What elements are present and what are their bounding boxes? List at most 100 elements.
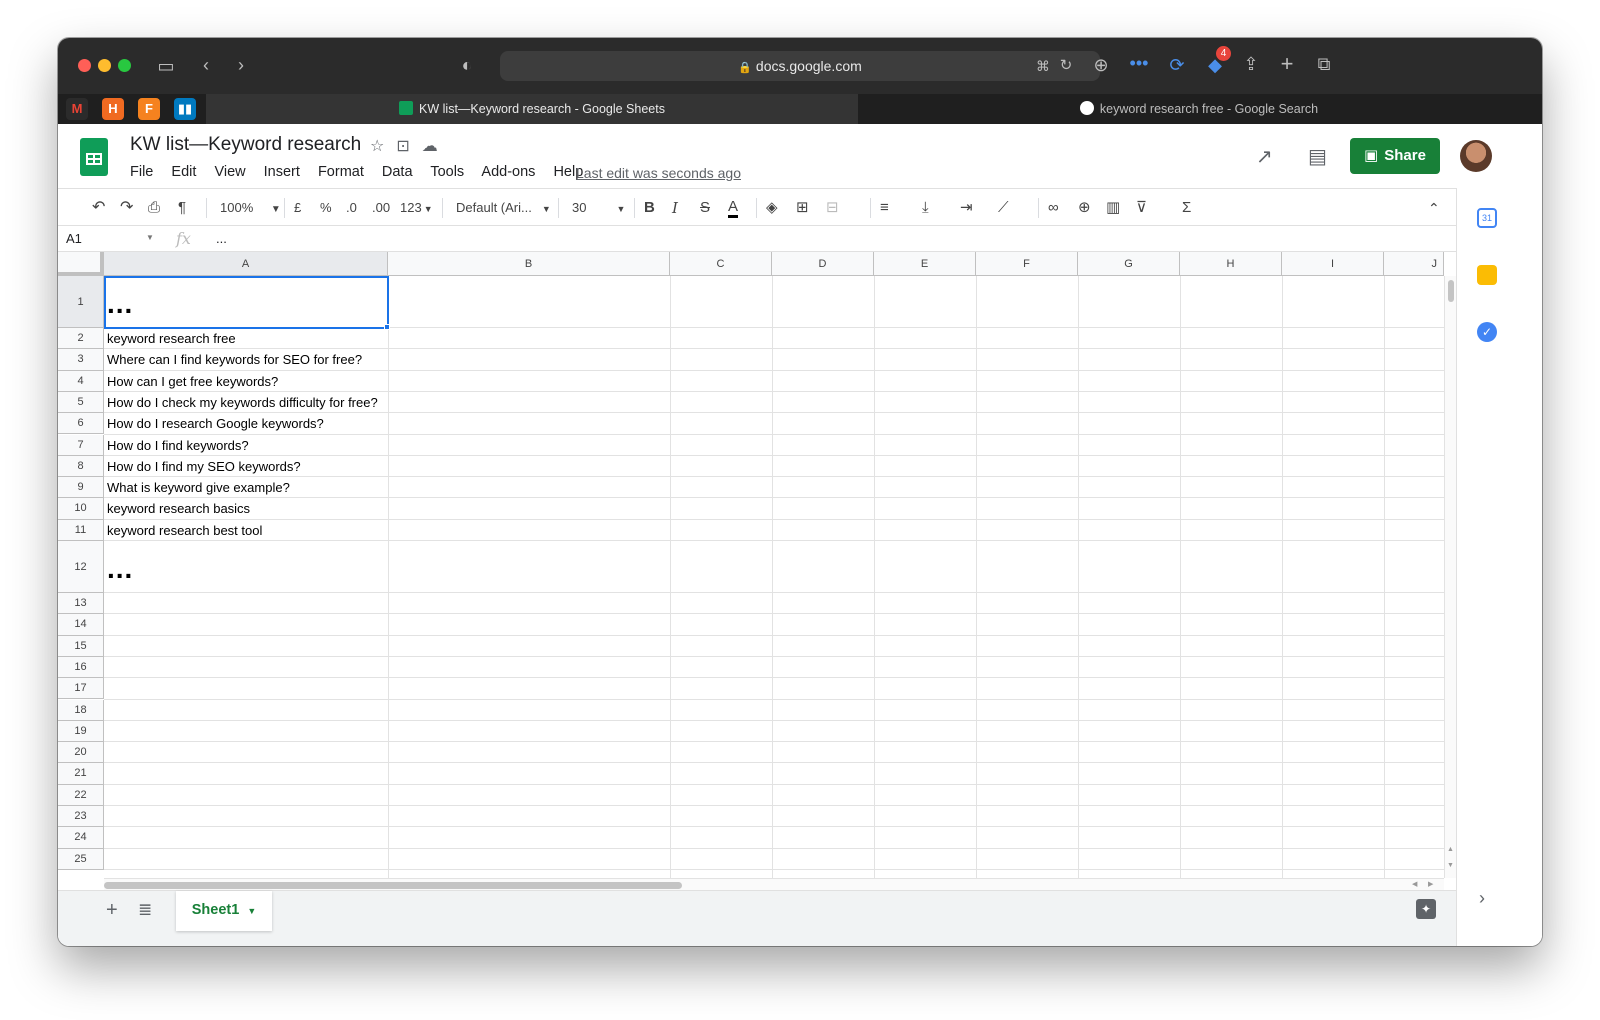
vertical-scrollbar[interactable]: ▲ ▼ xyxy=(1444,276,1456,878)
column-header-e[interactable]: E xyxy=(874,252,976,276)
horizontal-scrollbar[interactable]: ◀ ▶ xyxy=(104,878,1444,890)
zoom-window-button[interactable] xyxy=(118,59,131,72)
horizontal-scroll-thumb[interactable] xyxy=(104,882,682,889)
menu-addons[interactable]: Add-ons xyxy=(481,164,535,180)
row-header[interactable]: 9 xyxy=(58,477,104,499)
menu-edit[interactable]: Edit xyxy=(171,164,196,180)
pinned-tab-h[interactable]: H xyxy=(102,98,124,120)
scroll-up-icon[interactable]: ▲ xyxy=(1447,846,1454,853)
cell-a9[interactable]: What is keyword give example? xyxy=(107,480,290,495)
share-button[interactable]: ▣ Share xyxy=(1350,138,1440,174)
explore-icon[interactable]: ✦ xyxy=(1416,899,1436,919)
row-header[interactable]: 7 xyxy=(58,434,104,456)
menu-insert[interactable]: Insert xyxy=(264,164,300,180)
borders-icon[interactable]: ⊞ xyxy=(796,199,809,217)
fill-handle[interactable] xyxy=(384,324,390,330)
downloads-icon[interactable]: ⊕ xyxy=(1090,55,1112,75)
menu-tools[interactable]: Tools xyxy=(430,164,464,180)
reload-icon[interactable]: ↻ xyxy=(1055,56,1077,76)
menu-file[interactable]: File xyxy=(130,164,153,180)
document-title[interactable]: KW list—Keyword research xyxy=(130,134,361,156)
cell-a5[interactable]: How do I check my keywords difficulty fo… xyxy=(107,395,378,410)
cloud-status-icon[interactable]: ☁ xyxy=(422,138,438,155)
paint-format-icon[interactable]: ¶ xyxy=(178,199,186,217)
scroll-right-icon[interactable]: ▶ xyxy=(1428,880,1433,888)
select-all-corner[interactable] xyxy=(58,252,104,276)
share-page-icon[interactable]: ⇪ xyxy=(1240,54,1262,74)
name-box[interactable]: A1 xyxy=(66,231,82,246)
back-icon[interactable]: ‹ xyxy=(195,55,217,75)
all-sheets-icon[interactable]: ≣ xyxy=(138,900,152,920)
menu-view[interactable]: View xyxy=(214,164,245,180)
chevron-down-icon[interactable]: ▼ xyxy=(146,233,154,242)
cell-a4[interactable]: How can I get free keywords? xyxy=(107,374,278,389)
cell-a8[interactable]: How do I find my SEO keywords? xyxy=(107,459,301,474)
comments-icon[interactable]: ▤ xyxy=(1308,144,1327,169)
row-header[interactable]: 23 xyxy=(58,806,104,828)
row-header[interactable]: 10 xyxy=(58,498,104,520)
text-color-button[interactable]: A xyxy=(728,199,739,218)
avatar[interactable] xyxy=(1460,140,1492,172)
row-header[interactable]: 6 xyxy=(58,413,104,435)
row-header[interactable]: 13 xyxy=(58,593,104,615)
minimize-window-button[interactable] xyxy=(98,59,111,72)
scroll-left-icon[interactable]: ◀ xyxy=(1412,880,1417,888)
insert-link-icon[interactable]: ∞ xyxy=(1048,199,1059,217)
column-header-b[interactable]: B xyxy=(388,252,670,276)
row-header[interactable]: 5 xyxy=(58,391,104,414)
row-header[interactable]: 16 xyxy=(58,656,104,679)
italic-button[interactable]: I xyxy=(672,199,678,217)
row-header[interactable]: 22 xyxy=(58,784,104,806)
row-header[interactable]: 8 xyxy=(58,455,104,478)
row-header[interactable]: 2 xyxy=(58,328,104,350)
new-tab-icon[interactable]: + xyxy=(1276,53,1298,75)
menu-format[interactable]: Format xyxy=(318,164,364,180)
extension-sync-icon[interactable]: ⟳ xyxy=(1166,55,1188,75)
text-wrapping-icon[interactable]: ⇥ xyxy=(960,199,973,217)
row-header[interactable]: 4 xyxy=(58,370,104,392)
column-header-c[interactable]: C xyxy=(670,252,772,276)
forward-icon[interactable]: › xyxy=(230,55,252,75)
row-header[interactable]: 18 xyxy=(58,699,104,721)
zoom-select[interactable]: 100% ▼ xyxy=(220,199,281,219)
more-formats-button[interactable]: 123 ▼ xyxy=(400,199,433,218)
add-sheet-icon[interactable]: + xyxy=(106,899,118,922)
translate-icon[interactable]: ⌘ xyxy=(1032,56,1054,76)
undo-icon[interactable]: ↶ xyxy=(92,199,105,217)
row-header[interactable]: 21 xyxy=(58,763,104,785)
sidebar-toggle-icon[interactable]: ▭ xyxy=(155,56,177,76)
row-header[interactable]: 20 xyxy=(58,742,104,764)
bold-button[interactable]: B xyxy=(644,199,655,217)
decrease-decimal-button[interactable]: .0 xyxy=(346,199,357,217)
font-family-select[interactable]: Default (Ari... ▼ xyxy=(456,199,551,218)
row-header[interactable]: 25 xyxy=(58,848,104,870)
row-header[interactable]: 17 xyxy=(58,678,104,700)
extension-dots-icon[interactable]: ••• xyxy=(1128,53,1150,73)
column-header-a[interactable]: A xyxy=(104,252,388,276)
column-header-f[interactable]: F xyxy=(976,252,1078,276)
column-header-h[interactable]: H xyxy=(1180,252,1282,276)
pinned-tab-f[interactable]: F xyxy=(138,98,160,120)
cell-a10[interactable]: keyword research basics xyxy=(107,501,250,516)
row-header[interactable]: 19 xyxy=(58,720,104,743)
sheets-logo-icon[interactable] xyxy=(80,138,108,176)
filter-icon[interactable]: ⊽ xyxy=(1136,199,1147,217)
font-size-select[interactable]: 30 ▼ xyxy=(572,199,625,218)
cell-a2[interactable]: keyword research free xyxy=(107,331,236,346)
keep-icon[interactable] xyxy=(1477,265,1497,285)
star-icon[interactable]: ☆ xyxy=(370,138,384,155)
pinned-tab-gmail[interactable]: M xyxy=(66,98,88,120)
row-header[interactable]: 3 xyxy=(58,349,104,371)
strikethrough-button[interactable]: S xyxy=(700,199,710,217)
spreadsheet-grid[interactable]: A B C D E F G H I J 1... 2 keyword researc… xyxy=(58,252,1456,878)
scroll-down-icon[interactable]: ▼ xyxy=(1447,862,1454,869)
row-header[interactable]: 15 xyxy=(58,635,104,657)
menu-data[interactable]: Data xyxy=(382,164,413,180)
vertical-scroll-thumb[interactable] xyxy=(1448,280,1454,302)
column-header-i[interactable]: I xyxy=(1282,252,1384,276)
expand-panel-icon[interactable]: › xyxy=(1479,888,1485,909)
pinned-tab-trello[interactable]: ▮▮ xyxy=(174,98,196,120)
tab-google-search[interactable]: keyword research free - Google Search xyxy=(860,94,1538,124)
text-rotation-icon[interactable]: ⟋ xyxy=(998,199,1009,217)
insert-chart-icon[interactable]: ▥ xyxy=(1106,199,1120,217)
